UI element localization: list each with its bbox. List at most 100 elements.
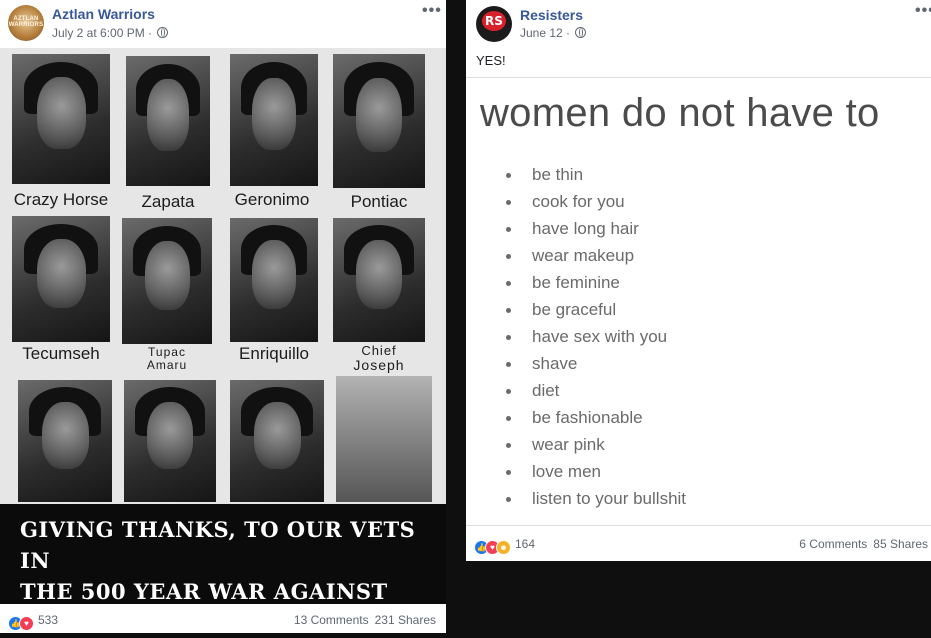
more-options-icon[interactable]: ••• <box>422 2 442 20</box>
bullet-icon <box>506 443 511 448</box>
list-item: have long hair <box>502 218 686 245</box>
bullet-icon <box>506 416 511 421</box>
list-item-text: be thin <box>532 165 584 184</box>
list-item: shave <box>502 353 686 380</box>
comments-link[interactable]: 13 Comments <box>294 613 369 627</box>
list-item: diet <box>502 380 686 407</box>
reaction-count: 164 <box>515 537 536 551</box>
portrait-crazy-horse <box>12 54 110 184</box>
caption-band: Giving thanks, to our vets in the 500 ye… <box>0 504 446 635</box>
bullet-icon <box>506 362 511 367</box>
image-title: women do not have to <box>480 91 880 135</box>
engagement-stats: 13 Comments 231 Shares <box>294 613 436 627</box>
post-aztlan-warriors: AZTLAN WARRIORS Aztlan Warriors July 2 a… <box>0 0 446 635</box>
shares-link[interactable]: 85 Shares <box>873 537 928 551</box>
divider <box>466 525 931 526</box>
list-item: be thin <box>502 164 686 191</box>
list-item: be feminine <box>502 272 686 299</box>
page-avatar[interactable]: RS <box>476 6 512 42</box>
page-name-link[interactable]: Resisters <box>520 7 583 23</box>
portrait-name: Tupac <box>148 345 186 359</box>
portrait-name: Crazy Horse <box>13 190 109 209</box>
portrait-unnamed-1 <box>18 380 112 502</box>
list-item-text: have sex with you <box>532 327 668 346</box>
portrait-tupac-amaru <box>122 218 212 344</box>
haha-reaction-icon: ☻ <box>496 540 511 555</box>
list-item-text: cook for you <box>532 192 625 211</box>
portrait-pontiac <box>333 54 425 188</box>
portrait-name-second-line: Joseph <box>353 357 405 373</box>
post-timestamp[interactable]: July 2 at 6:00 PM <box>52 26 145 40</box>
avatar-logo-text: RS <box>482 11 506 31</box>
portrait-tecumseh <box>12 216 110 342</box>
list-item: love men <box>502 461 686 488</box>
post-image[interactable]: Crazy Horse Zapata Geronimo Pontiac Tecu… <box>0 48 446 635</box>
avatar-logo-text: AZTLAN WARRIORS <box>8 16 44 28</box>
post-resisters: RS Resisters June 12 · ••• YES! women do… <box>466 0 931 561</box>
reaction-summary[interactable]: 👍 ♥ ☻ 164 <box>474 537 535 555</box>
portrait-name: Tecumseh <box>22 344 100 363</box>
more-options-icon[interactable]: ••• <box>915 2 931 20</box>
bullet-icon <box>506 227 511 232</box>
post-text: YES! <box>476 53 506 68</box>
shares-link[interactable]: 231 Shares <box>375 613 436 627</box>
list-item-text: diet <box>532 381 560 400</box>
list-item: wear makeup <box>502 245 686 272</box>
portrait-name: Chief <box>361 343 397 358</box>
love-reaction-icon: ♥ <box>19 616 34 631</box>
list-item-text: love men <box>532 462 601 481</box>
bullet-icon <box>506 200 511 205</box>
comments-link[interactable]: 6 Comments <box>799 537 867 551</box>
group-photo <box>336 376 432 502</box>
list-item: cook for you <box>502 191 686 218</box>
portrait-unnamed-2 <box>124 380 216 502</box>
portrait-zapata <box>126 56 210 186</box>
list-item-text: be feminine <box>532 273 620 292</box>
globe-icon <box>157 27 169 38</box>
post-footer: 👍 ♥ 533 13 Comments 231 Shares <box>0 606 446 634</box>
portrait-enriquillo <box>230 218 318 342</box>
bullet-icon <box>506 254 511 259</box>
portrait-name: Enriquillo <box>239 344 309 363</box>
post-image[interactable]: women do not have to be thin cook for you… <box>466 78 931 526</box>
list-item: listen to your bullshit <box>502 488 686 515</box>
bullet-icon <box>506 308 511 313</box>
portrait-geronimo <box>230 54 318 186</box>
bullet-icon <box>506 497 511 502</box>
list-item-text: have long hair <box>532 219 639 238</box>
list-item: be fashionable <box>502 407 686 434</box>
bullet-icon <box>506 281 511 286</box>
list-item-text: wear pink <box>532 435 605 454</box>
list-item-text: listen to your bullshit <box>532 489 687 508</box>
list-item-text: shave <box>532 354 578 373</box>
reaction-count: 533 <box>38 613 59 627</box>
list-item-text: wear makeup <box>532 246 635 265</box>
bullet-icon <box>506 389 511 394</box>
post-footer: 👍 ♥ ☻ 164 6 Comments 85 Shares <box>466 530 931 558</box>
page-avatar[interactable]: AZTLAN WARRIORS <box>8 5 44 41</box>
reaction-summary[interactable]: 👍 ♥ 533 <box>8 613 58 631</box>
portrait-chief-joseph <box>333 218 425 342</box>
post-meta: June 12 · <box>520 26 587 40</box>
list-item: have sex with you <box>502 326 686 353</box>
bullet-icon <box>506 173 511 178</box>
post-timestamp[interactable]: June 12 <box>520 26 563 40</box>
portrait-name-second-line: Amaru <box>146 358 188 372</box>
portrait-name: Geronimo <box>234 190 310 209</box>
list-item-text: be fashionable <box>532 408 643 427</box>
engagement-stats: 6 Comments 85 Shares <box>799 537 928 551</box>
bullet-icon <box>506 335 511 340</box>
list-item-text: be graceful <box>532 300 617 319</box>
caption-line: the 500 year war against <box>20 579 388 604</box>
list-item: be graceful <box>502 299 686 326</box>
caption-line: Giving thanks, to our vets in <box>20 517 416 573</box>
globe-icon <box>575 27 587 38</box>
post-meta: July 2 at 6:00 PM · <box>52 26 169 40</box>
list-item: wear pink <box>502 434 686 461</box>
bullet-icon <box>506 470 511 475</box>
portrait-name: Pontiac <box>350 192 408 211</box>
page-name-link[interactable]: Aztlan Warriors <box>52 6 155 22</box>
portrait-name: Zapata <box>141 192 195 211</box>
portrait-unnamed-3 <box>230 380 324 502</box>
bullet-list: be thin cook for you have long hair wear ma… <box>502 164 686 515</box>
